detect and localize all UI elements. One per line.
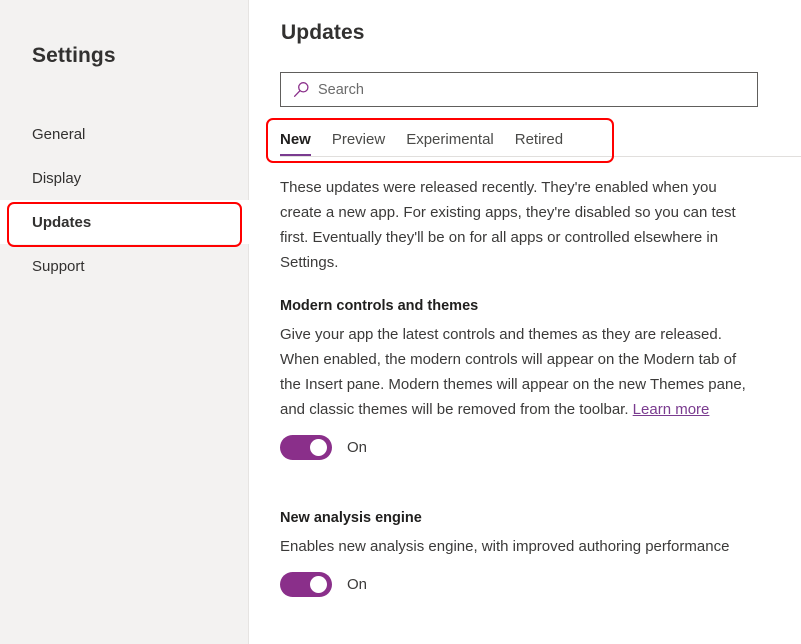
new-analysis-engine-toggle[interactable] — [280, 572, 332, 597]
tab-preview[interactable]: Preview — [332, 131, 385, 157]
tab-label: Experimental — [406, 131, 494, 148]
learn-more-link[interactable]: Learn more — [633, 401, 710, 418]
toggle-knob — [310, 576, 327, 593]
setting-description: Give your app the latest controls and th… — [280, 322, 752, 422]
sidebar-nav: General Display Updates Support — [0, 112, 249, 288]
setting-description: Enables new analysis engine, with improv… — [280, 534, 752, 559]
tab-label: Retired — [515, 131, 563, 148]
toggle-row: On — [280, 435, 752, 460]
tab-retired[interactable]: Retired — [515, 131, 563, 157]
toggle-state-label: On — [347, 576, 367, 593]
tab-divider — [280, 156, 801, 157]
sidebar-item-display[interactable]: Display — [0, 156, 249, 200]
modern-controls-toggle[interactable] — [280, 435, 332, 460]
tab-label: New — [280, 131, 311, 148]
tabstrip: New Preview Experimental Retired — [280, 124, 563, 157]
tab-new[interactable]: New — [280, 131, 311, 157]
sidebar-item-label: Updates — [32, 214, 91, 231]
sidebar-title: Settings — [32, 44, 116, 68]
setting-modern-controls-and-themes: Modern controls and themes Give your app… — [280, 298, 752, 460]
sidebar-item-support[interactable]: Support — [0, 244, 249, 288]
sidebar: Settings General Display Updates Support — [0, 0, 249, 644]
sidebar-item-updates[interactable]: Updates — [0, 200, 249, 244]
sidebar-item-general[interactable]: General — [0, 112, 249, 156]
search-icon — [287, 73, 315, 106]
settings-window: Settings General Display Updates Support… — [0, 0, 801, 644]
toggle-row: On — [280, 572, 752, 597]
sidebar-item-label: Display — [32, 170, 81, 187]
tab-label: Preview — [332, 131, 385, 148]
setting-title: Modern controls and themes — [280, 298, 752, 314]
sidebar-item-label: Support — [32, 258, 85, 275]
setting-title: New analysis engine — [280, 510, 752, 526]
toggle-state-label: On — [347, 439, 367, 456]
search-box[interactable] — [280, 72, 758, 107]
search-input[interactable] — [318, 74, 757, 105]
sidebar-item-label: General — [32, 126, 85, 143]
toggle-knob — [310, 439, 327, 456]
intro-text: These updates were released recently. Th… — [280, 175, 750, 275]
page-title: Updates — [281, 21, 365, 45]
setting-new-analysis-engine: New analysis engine Enables new analysis… — [280, 510, 752, 597]
content-pane: Updates New Preview Experimental — [249, 0, 801, 644]
tab-experimental[interactable]: Experimental — [406, 131, 494, 157]
